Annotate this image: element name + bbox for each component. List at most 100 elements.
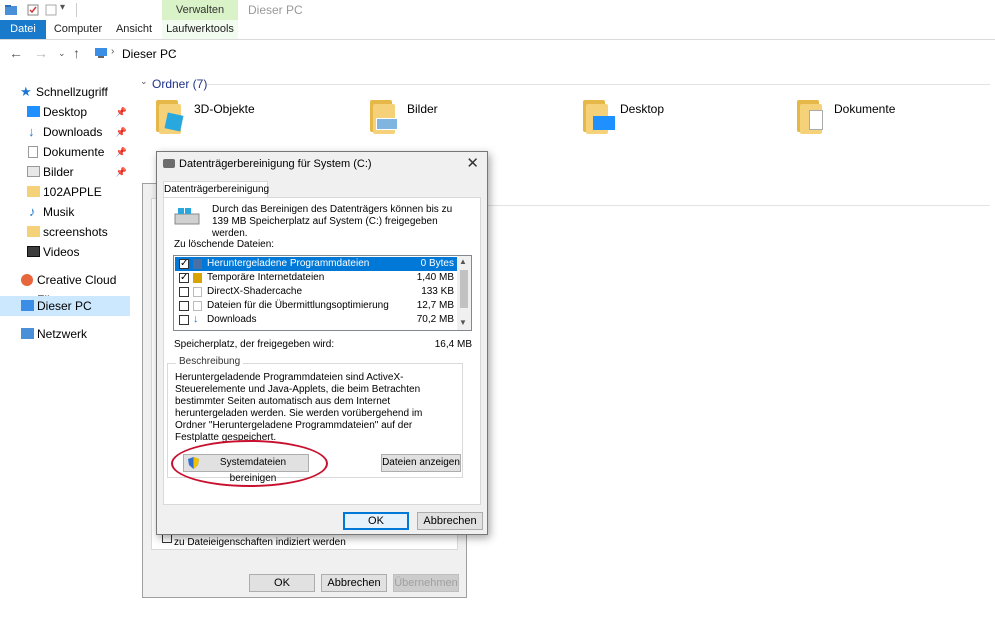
breadcrumb-this-pc[interactable]: Dieser PC bbox=[122, 47, 177, 61]
properties-cancel-button[interactable]: Abbrechen bbox=[321, 574, 387, 592]
this-pc-icon bbox=[95, 48, 107, 58]
tab-datei[interactable]: Datei bbox=[0, 20, 46, 39]
desktop-icon bbox=[27, 106, 40, 117]
nav-label: Dokumente bbox=[43, 145, 105, 159]
drive-icon bbox=[174, 208, 200, 225]
close-icon[interactable]: ✕ bbox=[466, 154, 479, 172]
nav-102apple[interactable]: 102APPLE bbox=[0, 182, 130, 202]
nav-videos[interactable]: Videos bbox=[0, 242, 130, 262]
nav-documents[interactable]: Dokumente 📌 bbox=[0, 142, 130, 162]
list-item[interactable]: ↓ Downloads 70,2 MB bbox=[175, 313, 458, 327]
files-list-scrollbar[interactable]: ▲ ▼ bbox=[457, 256, 471, 330]
folder-documents-icon[interactable] bbox=[797, 100, 825, 134]
scrollbar-thumb[interactable] bbox=[460, 270, 468, 308]
nav-screenshots[interactable]: screenshots bbox=[0, 222, 130, 242]
file-name: DirectX-Shadercache bbox=[207, 286, 303, 297]
intro-text: Durch das Bereinigen des Datenträgers kö… bbox=[212, 204, 453, 239]
list-item[interactable]: Heruntergeladene Programmdateien 0 Bytes bbox=[175, 257, 458, 271]
scroll-up-icon[interactable]: ▲ bbox=[459, 257, 467, 266]
pin-icon[interactable]: 📌 bbox=[116, 122, 127, 142]
nav-creative-cloud[interactable]: Creative Cloud Files bbox=[0, 270, 130, 307]
space-freed-value: 16,4 MB bbox=[434, 339, 472, 350]
qat-divider bbox=[76, 3, 77, 17]
pin-icon[interactable]: 📌 bbox=[116, 102, 127, 122]
nav-pictures[interactable]: Bilder 📌 bbox=[0, 162, 130, 182]
download-arrow-icon: ↓ bbox=[193, 313, 199, 325]
file-checkbox[interactable] bbox=[179, 301, 189, 311]
list-item[interactable]: DirectX-Shadercache 133 KB bbox=[175, 285, 458, 299]
nav-downloads[interactable]: ↓ Downloads 📌 bbox=[0, 122, 130, 142]
file-size: 1,40 MB bbox=[416, 272, 454, 283]
group-collapse-icon[interactable]: ⌄ bbox=[140, 76, 148, 87]
description-text: Heruntergeladende Programmdateien sind A… bbox=[175, 372, 423, 443]
folder-label[interactable]: Bilder bbox=[407, 102, 438, 116]
file-type-icon bbox=[193, 259, 202, 269]
scroll-down-icon[interactable]: ▼ bbox=[459, 318, 467, 327]
list-item[interactable]: Dateien für die Übermittlungsoptimierung… bbox=[175, 299, 458, 313]
description-legend: Beschreibung bbox=[176, 356, 244, 367]
nav-label: Dieser PC bbox=[37, 299, 92, 313]
show-files-button[interactable]: Dateien anzeigen bbox=[381, 454, 461, 472]
file-checkbox[interactable] bbox=[179, 315, 189, 325]
nav-label: Desktop bbox=[43, 105, 88, 119]
file-name: Downloads bbox=[207, 314, 257, 325]
properties-apply-button[interactable]: Übernehmen bbox=[393, 574, 459, 592]
document-icon bbox=[28, 146, 38, 158]
pin-icon[interactable]: 📌 bbox=[116, 162, 127, 182]
tab-ansicht[interactable]: Ansicht bbox=[110, 20, 158, 39]
nav-label: screenshots bbox=[43, 225, 108, 239]
nav-label: Bilder bbox=[43, 165, 74, 179]
qat-dropdown-icon[interactable]: ▾ bbox=[60, 2, 65, 13]
recent-dropdown-icon[interactable]: ⌄ bbox=[58, 48, 66, 59]
address-field[interactable]: › Dieser PC › bbox=[92, 43, 995, 63]
cleanup-cancel-button[interactable]: Abbrechen bbox=[417, 512, 483, 530]
explorer-icon bbox=[5, 5, 17, 15]
files-to-delete-label: Zu löschende Dateien: bbox=[174, 239, 275, 250]
list-item[interactable]: Temporäre Internetdateien 1,40 MB bbox=[175, 271, 458, 285]
nav-label: Downloads bbox=[43, 125, 103, 139]
file-checkbox[interactable] bbox=[179, 287, 189, 297]
navigation-pane: ★ Schnellzugriff Desktop 📌 ↓ Downloads 📌… bbox=[0, 80, 135, 620]
file-icon bbox=[193, 301, 202, 311]
back-arrow-icon[interactable]: ← bbox=[9, 45, 23, 61]
group-header-folders[interactable]: Ordner (7) bbox=[152, 77, 207, 91]
file-checkbox[interactable] bbox=[179, 257, 189, 271]
nav-label: Videos bbox=[43, 245, 80, 259]
cleanup-ok-button[interactable]: OK bbox=[343, 512, 409, 530]
nav-label: 102APPLE bbox=[43, 185, 102, 199]
files-list[interactable]: Heruntergeladene Programmdateien 0 Bytes… bbox=[173, 255, 472, 331]
breadcrumb-chevron-icon[interactable]: › bbox=[172, 46, 175, 57]
title-bar: ▾ Verwalten Dieser PC bbox=[0, 0, 995, 20]
tab-disk-cleanup[interactable]: Datenträgerbereinigung bbox=[163, 181, 269, 198]
nav-this-pc[interactable]: Dieser PC bbox=[0, 296, 130, 316]
file-icon bbox=[193, 287, 202, 297]
folder-icon bbox=[27, 186, 40, 197]
properties-icon[interactable] bbox=[26, 4, 40, 16]
context-group-label: Verwalten bbox=[175, 4, 225, 16]
nav-label: Schnellzugriff bbox=[36, 85, 108, 99]
folder-label[interactable]: Dokumente bbox=[834, 102, 895, 116]
folder-desktop-icon[interactable] bbox=[583, 100, 615, 134]
this-pc-icon bbox=[21, 300, 34, 311]
nav-quick-access[interactable]: ★ Schnellzugriff bbox=[0, 82, 130, 102]
folder-pictures-icon[interactable] bbox=[370, 100, 398, 134]
new-folder-icon[interactable] bbox=[44, 4, 58, 16]
tab-laufwerktools[interactable]: Laufwerktools bbox=[162, 20, 238, 39]
pin-icon[interactable]: 📌 bbox=[116, 142, 127, 162]
file-checkbox[interactable] bbox=[179, 271, 189, 285]
up-arrow-icon[interactable]: ↑ bbox=[73, 45, 80, 61]
nav-desktop[interactable]: Desktop 📌 bbox=[0, 102, 130, 122]
properties-ok-button[interactable]: OK bbox=[249, 574, 315, 592]
video-icon bbox=[27, 246, 40, 257]
nav-music[interactable]: ♪ Musik bbox=[0, 202, 130, 222]
dialog-title: Datenträgerbereinigung für System (C:) bbox=[179, 158, 372, 170]
folder-label[interactable]: 3D-Objekte bbox=[194, 102, 255, 116]
forward-arrow-icon[interactable]: → bbox=[34, 45, 48, 61]
folder-label[interactable]: Desktop bbox=[620, 102, 664, 116]
folder-3d-objects-icon[interactable] bbox=[156, 100, 184, 134]
file-name: Temporäre Internetdateien bbox=[207, 272, 325, 283]
group-divider bbox=[207, 84, 990, 85]
tab-computer[interactable]: Computer bbox=[50, 20, 106, 39]
nav-network[interactable]: Netzwerk bbox=[0, 324, 130, 344]
breadcrumb-chevron-icon: › bbox=[111, 46, 115, 57]
